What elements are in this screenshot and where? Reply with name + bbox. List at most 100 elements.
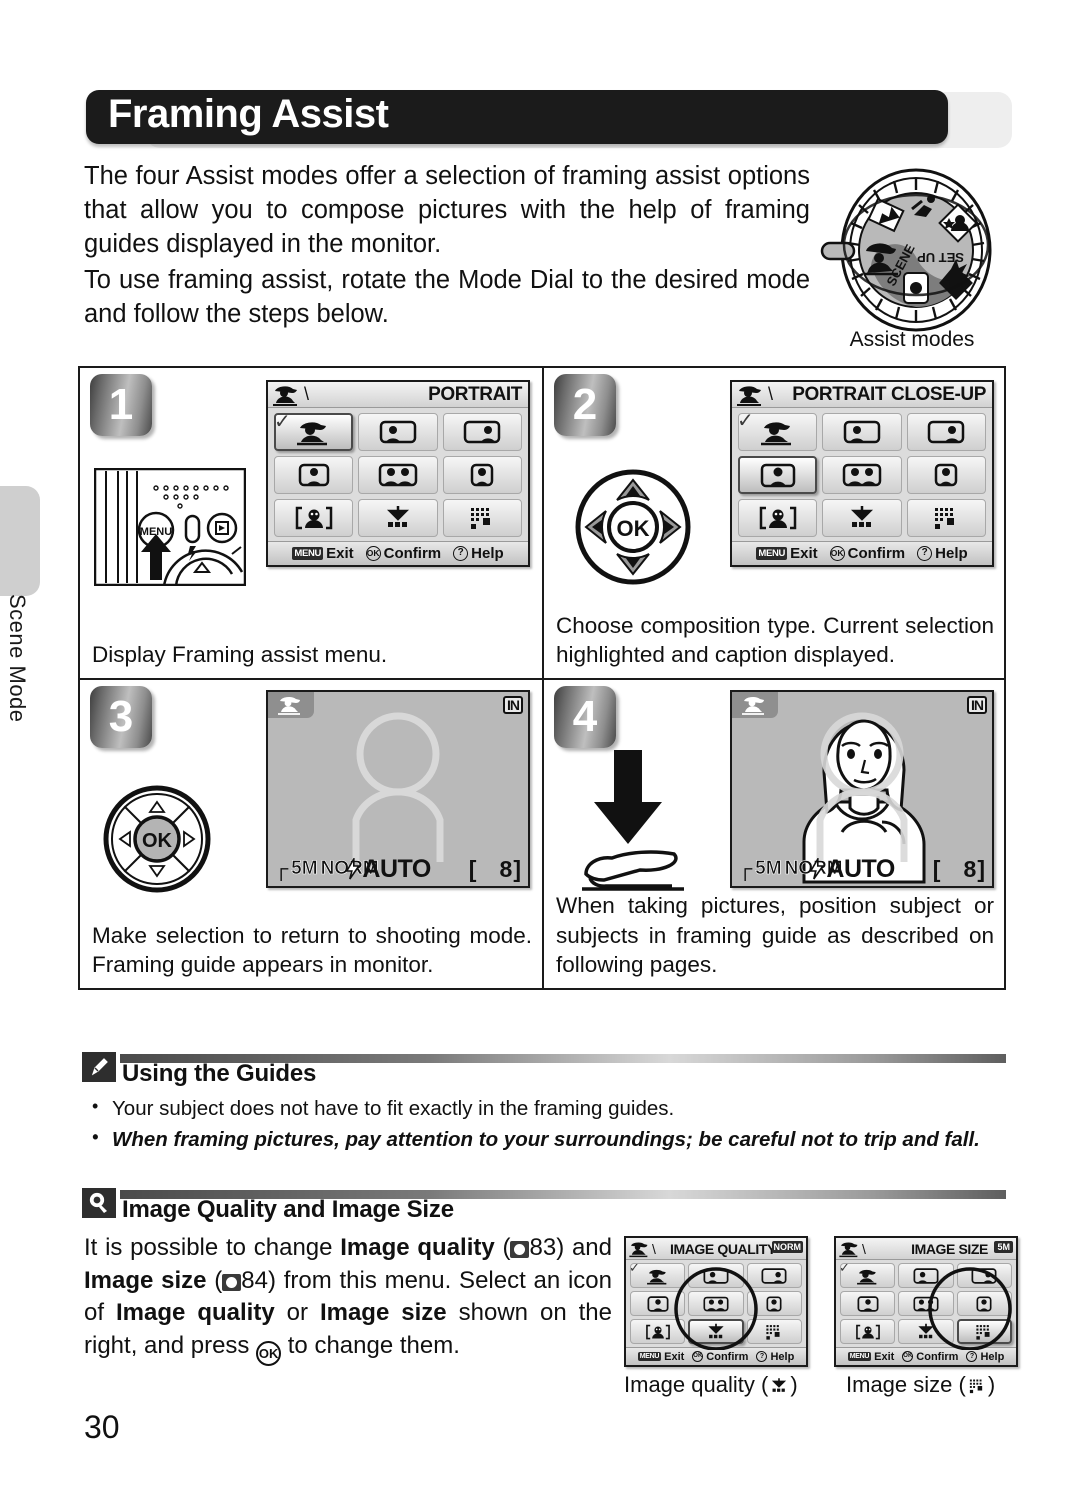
monitor-framing-guide-3: IN ┌ 5M NORM AUTO [ 8] — [266, 690, 530, 888]
footer-confirm[interactable]: OK Confirm — [829, 545, 905, 562]
intro-paragraph-2: To use framing assist, rotate the Mode D… — [84, 265, 810, 328]
note-bullets-using-guides: Your subject does not have to fit exactl… — [84, 1095, 1008, 1157]
help-key-badge: ? — [966, 1351, 978, 1362]
menu-cell-portrait-right[interactable] — [956, 1263, 1012, 1288]
portrait-right-icon — [761, 1267, 787, 1284]
menu-cell-portrait-left[interactable] — [688, 1263, 744, 1288]
lcd-footer-iq: MENU Exit OK Confirm ? Help — [626, 1347, 806, 1365]
portrait-figure-icon — [471, 463, 494, 487]
menu-cell-image-quality[interactable] — [358, 499, 438, 537]
menu-key-badge: MENU — [847, 1352, 872, 1361]
menu-cell-portrait-assist[interactable]: ✓ — [737, 411, 818, 451]
footer-exit[interactable]: MENU Exit — [292, 545, 354, 562]
flash-mode-indicator: AUTO — [826, 854, 895, 883]
iq-text-1: It is possible to change — [84, 1234, 341, 1261]
iq-bold-4: Image size — [319, 1299, 447, 1327]
menu-cell-image-quality[interactable] — [688, 1319, 744, 1344]
image-size-caption: Image size ( ) — [846, 1372, 996, 1397]
menu-cell-portrait-right[interactable] — [442, 413, 522, 451]
menu-cell-portrait-right[interactable] — [906, 413, 986, 451]
image-quality-caption: Image quality ( ) — [624, 1372, 798, 1397]
exposures-remaining: [ 8] — [468, 855, 522, 882]
footer-confirm[interactable]: OK Confirm — [902, 1351, 958, 1363]
menu-cell-image-quality[interactable] — [898, 1319, 954, 1344]
menu-cell-portrait-figure[interactable] — [746, 1291, 802, 1316]
menu-cell-image-size[interactable] — [956, 1319, 1012, 1344]
portrait-left-icon — [379, 420, 417, 444]
portrait-close-up-icon — [857, 1295, 879, 1312]
footer-confirm-label: Confirm — [383, 545, 442, 562]
ok-key-badge: OK — [365, 546, 381, 561]
down-arrow-icon — [594, 750, 662, 844]
step-caption-3: Make selection to return to shooting mod… — [92, 922, 532, 978]
menu-cell-portrait-assist[interactable]: ✓ — [274, 411, 354, 451]
face-frame-icon — [759, 506, 796, 530]
menu-cell-portrait-close-up[interactable] — [274, 456, 354, 494]
multi-selector-illustration: OK — [574, 468, 692, 591]
checkmark-icon: ✓ — [274, 411, 291, 433]
menu-cell-portrait-figure[interactable] — [906, 456, 986, 494]
image-size-badge: 5M — [994, 1241, 1013, 1253]
press-shutter-illustration — [568, 746, 698, 901]
checkmark-icon: ✓ — [839, 1260, 850, 1275]
menu-cell-portrait-couple[interactable] — [358, 456, 438, 494]
menu-cell-face-frame[interactable] — [630, 1319, 686, 1344]
menu-cell-portrait-figure[interactable] — [956, 1291, 1012, 1316]
note-header-using-guides: Using the Guides — [82, 1052, 1006, 1087]
menu-cell-portrait-close-up[interactable] — [738, 456, 818, 494]
menu-cell-face-frame[interactable] — [840, 1319, 896, 1344]
footer-help[interactable]: ? Help — [917, 545, 968, 562]
menu-cell-portrait-left[interactable] — [358, 413, 438, 451]
lcd-header-2: \ PORTRAIT CLOSE-UP — [732, 382, 992, 408]
menu-cell-portrait-assist[interactable]: ✓ — [629, 1261, 686, 1288]
footer-confirm[interactable]: OK Confirm — [365, 545, 442, 562]
menu-cell-portrait-couple[interactable] — [898, 1291, 954, 1316]
monitor-status-bar: ┌ 5M NORM AUTO [ 8] — [268, 854, 528, 884]
step-number-2: 2 — [554, 374, 616, 436]
step-number-3: 3 — [90, 686, 152, 748]
framing-assist-menu-screen-1: \ PORTRAIT ✓ MENU Exit OK Confirm ? Help — [266, 380, 530, 567]
footer-help-label: Help — [980, 1350, 1005, 1363]
footer-exit[interactable]: MENU Exit — [847, 1351, 894, 1363]
menu-cell-portrait-assist[interactable]: ✓ — [839, 1260, 896, 1288]
menu-cell-portrait-couple[interactable] — [822, 456, 902, 494]
menu-cell-face-frame[interactable] — [274, 499, 354, 537]
footer-help[interactable]: ? Help — [756, 1351, 794, 1363]
image-size-icon — [976, 1324, 990, 1340]
bullet-item: Your subject does not have to fit exactl… — [84, 1095, 1008, 1123]
menu-cell-portrait-close-up[interactable] — [840, 1291, 896, 1316]
menu-cell-image-quality[interactable] — [822, 499, 902, 537]
menu-cell-image-size[interactable] — [746, 1319, 802, 1344]
menu-cell-portrait-left[interactable] — [822, 413, 902, 451]
help-key-badge: ? — [917, 546, 933, 561]
monitor-status-bar: ┌ 5M NORM AUTO [ 8] — [732, 854, 992, 884]
menu-cell-face-frame[interactable] — [738, 499, 818, 537]
image-size-icon — [471, 508, 491, 529]
iq-ref-1: 83 — [529, 1234, 557, 1261]
portrait-couple-icon — [378, 463, 418, 487]
footer-help[interactable]: ? Help — [966, 1351, 1004, 1363]
lcd-header-iq: \ IMAGE QUALITY NORM — [626, 1238, 806, 1260]
menu-cell-portrait-close-up[interactable] — [630, 1291, 686, 1316]
monitor-framing-guide-4: IN ┌ 5M AUTO [8] — [730, 690, 994, 888]
footer-exit[interactable]: MENU Exit — [756, 545, 818, 562]
menu-cell-image-size[interactable] — [906, 499, 986, 537]
menu-cell-portrait-right[interactable] — [746, 1263, 802, 1288]
menu-cell-image-size[interactable] — [442, 499, 522, 537]
footer-help[interactable]: ? Help — [453, 545, 504, 562]
footer-exit-label: Exit — [790, 545, 818, 562]
footer-confirm[interactable]: OK Confirm — [692, 1351, 748, 1363]
flash-mode-indicator: AUTO — [362, 854, 431, 883]
menu-cell-portrait-couple[interactable] — [688, 1291, 744, 1316]
portrait-close-up-icon — [760, 463, 795, 488]
step-caption-1: Display Framing assist menu. — [92, 642, 388, 668]
step-cell-3: 3 OK IN ┌ 5M AUTO [8] Make selection to… — [80, 678, 542, 988]
lcd-menu-grid-1: ✓ — [268, 408, 528, 541]
side-tab-label: Scene Mode — [5, 594, 30, 723]
menu-cell-portrait-figure[interactable] — [442, 456, 522, 494]
lcd-title-is: IMAGE SIZE — [911, 1240, 988, 1257]
footer-exit[interactable]: MENU Exit — [637, 1351, 684, 1363]
portrait-assist-icon — [737, 385, 761, 406]
footer-help-label: Help — [935, 545, 968, 562]
menu-cell-portrait-left[interactable] — [898, 1263, 954, 1288]
